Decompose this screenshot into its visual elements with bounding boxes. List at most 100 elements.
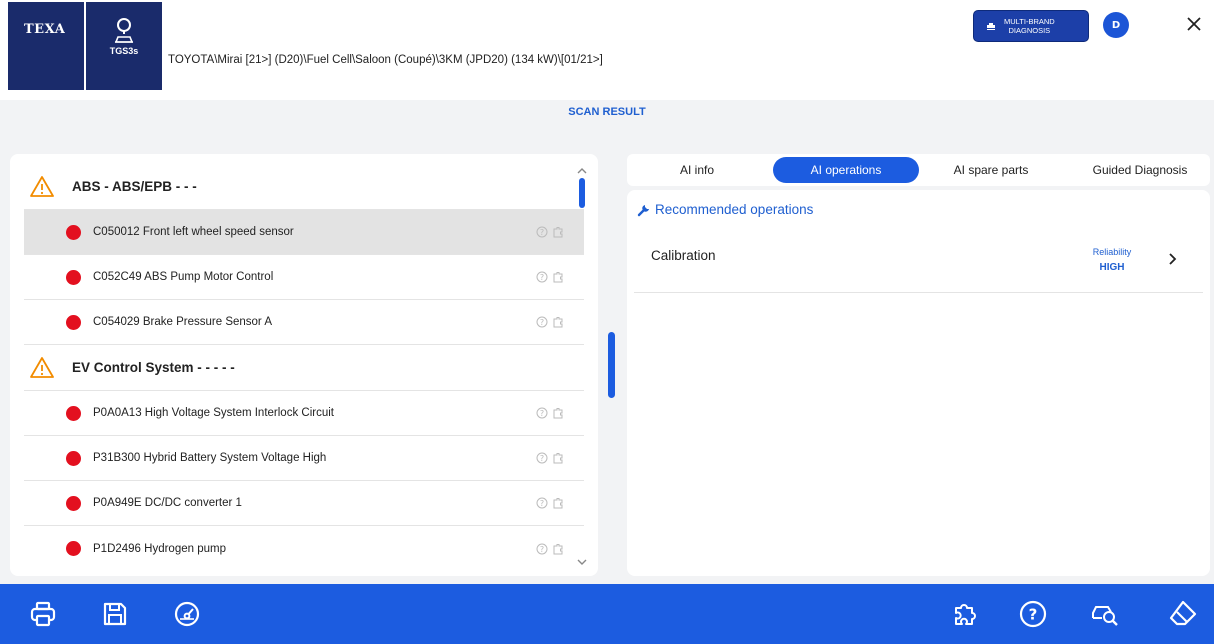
print-icon [30, 601, 56, 627]
clear-button[interactable] [1166, 598, 1200, 630]
svg-text:?: ? [540, 409, 544, 418]
app-header: TEXA TGS3s TOYOTA\Mirai [21>] (D20)\Fuel… [0, 0, 1214, 100]
help-icon[interactable]: ? [536, 271, 548, 283]
warning-icon [30, 175, 54, 197]
recommended-operations-heading: Recommended operations [637, 202, 813, 217]
fault-status-dot [66, 314, 81, 330]
svg-text:?: ? [540, 499, 544, 508]
fault-status-dot [66, 224, 81, 240]
help-icon[interactable]: ? [536, 226, 548, 238]
row-icons: ? [536, 226, 564, 238]
help-icon[interactable]: ? [536, 543, 548, 555]
fault-status-dot [66, 269, 81, 285]
group-header[interactable]: EV Control System - - - - - [24, 345, 584, 391]
multi-brand-line2: DIAGNOSIS [1008, 26, 1051, 35]
tgs-logo-text: TGS3s [109, 46, 139, 56]
svg-text:?: ? [540, 318, 544, 327]
eraser-icon [1169, 600, 1197, 626]
fault-row[interactable]: C050012 Front left wheel speed sensor ? [24, 210, 584, 255]
fault-label: P0A949E DC/DC converter 1 [93, 497, 242, 509]
fault-row[interactable]: C054029 Brake Pressure Sensor A ? [24, 300, 584, 345]
group-header[interactable]: ABS - ABS/EPB - - - [24, 164, 584, 210]
row-icons: ? [536, 497, 564, 509]
wrench-icon [637, 204, 649, 216]
fault-row[interactable]: C052C49 ABS Pump Motor Control ? [24, 255, 584, 300]
fault-label: C052C49 ABS Pump Motor Control [93, 271, 274, 283]
chevron-right-icon[interactable] [1166, 252, 1178, 266]
help-icon[interactable]: ? [536, 407, 548, 419]
fault-row[interactable]: P0A0A13 High Voltage System Interlock Ci… [24, 391, 584, 436]
row-icons: ? [536, 271, 564, 283]
puzzle-icon[interactable] [552, 407, 564, 419]
svg-text:?: ? [540, 454, 544, 463]
row-icons: ? [536, 543, 564, 555]
multi-brand-line1: MULTI-BRAND [1004, 17, 1055, 26]
tab-guided-diagnosis[interactable]: Guided Diagnosis [1075, 157, 1205, 183]
puzzle-icon[interactable] [552, 316, 564, 328]
bottom-toolbar: ? [0, 584, 1214, 644]
fault-row[interactable]: P0A949E DC/DC converter 1 ? [24, 481, 584, 526]
help-icon[interactable]: ? [536, 316, 548, 328]
puzzle-icon[interactable] [552, 497, 564, 509]
car-search-icon [1092, 606, 1118, 626]
fault-label: C050012 Front left wheel speed sensor [93, 226, 294, 238]
svg-text:?: ? [540, 545, 544, 554]
car-diagnosis-icon [114, 18, 134, 43]
texa-logo-text: TEXA [24, 22, 66, 37]
puzzle-icon[interactable] [552, 543, 564, 555]
tab-ai-spare-parts[interactable]: AI spare parts [939, 157, 1043, 183]
fault-row[interactable]: P1D2496 Hydrogen pump ? [24, 526, 584, 571]
scroll-up-icon[interactable] [575, 166, 589, 176]
recommended-operations-title: Recommended operations [655, 202, 814, 217]
tab-ai-info[interactable]: AI info [647, 157, 747, 183]
multi-brand-diagnosis-button[interactable]: MULTI-BRAND DIAGNOSIS [973, 10, 1089, 42]
texa-logo: TEXA [8, 2, 84, 90]
scroll-down-icon[interactable] [575, 557, 589, 567]
page-title: SCAN RESULT [568, 106, 646, 118]
multi-brand-label: MULTI-BRAND DIAGNOSIS [1004, 17, 1055, 35]
group-label: EV Control System - - - - - [72, 360, 235, 375]
fault-status-dot [66, 405, 81, 421]
save-button[interactable] [98, 598, 132, 630]
puzzle-icon[interactable] [552, 452, 564, 464]
svg-text:?: ? [1029, 606, 1038, 624]
vehicle-breadcrumb: TOYOTA\Mirai [21>] (D20)\Fuel Cell\Saloo… [168, 54, 603, 66]
fault-status-dot [66, 495, 81, 511]
fault-label: P0A0A13 High Voltage System Interlock Ci… [93, 407, 334, 419]
user-avatar[interactable]: D [1103, 12, 1129, 38]
help-icon[interactable]: ? [536, 452, 548, 464]
puzzle-icon [955, 604, 976, 625]
print-button[interactable] [26, 598, 60, 630]
warning-icon [30, 356, 54, 378]
scrollbar-thumb[interactable] [579, 178, 585, 208]
vehicle-icon [987, 23, 995, 30]
dashboard-button[interactable] [170, 598, 204, 630]
operation-row[interactable]: Calibration Reliability HIGH [634, 236, 1203, 293]
fault-status-dot [66, 450, 81, 466]
panel-splitter-handle[interactable] [608, 332, 615, 398]
help-button[interactable]: ? [1016, 598, 1050, 630]
plugin-button[interactable] [948, 598, 982, 630]
close-icon [1187, 17, 1201, 31]
help-icon[interactable]: ? [536, 497, 548, 509]
fault-label: P1D2496 Hydrogen pump [93, 542, 226, 555]
puzzle-icon[interactable] [552, 226, 564, 238]
svg-text:?: ? [540, 273, 544, 282]
fault-status-dot [66, 541, 81, 556]
close-button[interactable] [1182, 12, 1206, 36]
fault-row[interactable]: P31B300 Hybrid Battery System Voltage Hi… [24, 436, 584, 481]
tgs-logo: TGS3s [86, 2, 162, 90]
reliability-label: Reliability [1092, 247, 1132, 257]
help-icon: ? [1019, 600, 1047, 628]
puzzle-icon[interactable] [552, 271, 564, 283]
save-icon [103, 602, 127, 626]
speedometer-icon [174, 601, 200, 627]
row-icons: ? [536, 407, 564, 419]
tab-bar: AI info AI operations AI spare parts Gui… [627, 154, 1210, 186]
fault-list-panel: ABS - ABS/EPB - - - C050012 Front left w… [10, 154, 598, 576]
fault-label: P31B300 Hybrid Battery System Voltage Hi… [93, 452, 327, 464]
svg-text:?: ? [540, 228, 544, 237]
tab-ai-operations[interactable]: AI operations [773, 157, 919, 183]
operation-label: Calibration [651, 248, 716, 263]
vehicle-search-button[interactable] [1088, 598, 1122, 630]
